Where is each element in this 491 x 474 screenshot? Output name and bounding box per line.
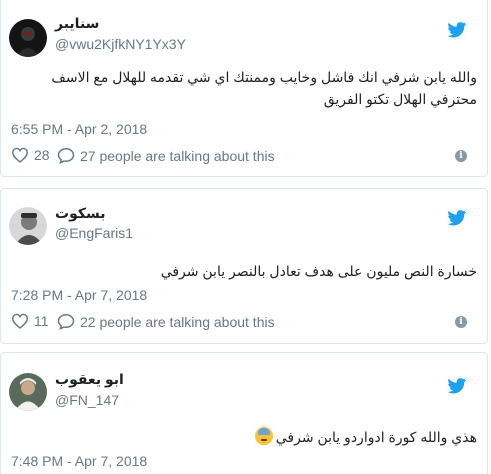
info-icon[interactable]: i <box>455 150 467 162</box>
tweet-card[interactable]: ابو يعقوب @FN_147 هذي والله كورة ادواردو… <box>0 352 488 474</box>
conversation-link[interactable]: 27 people are talking about this <box>57 147 275 164</box>
talking-count: 27 people are talking about this <box>80 147 275 164</box>
like-button[interactable]: 11 <box>11 313 49 329</box>
downcast-face-with-sweat-emoji <box>254 427 273 445</box>
twitter-bird-icon[interactable] <box>447 22 467 38</box>
speech-bubble-icon <box>57 313 75 330</box>
conversation-link[interactable]: 22 people are talking about this <box>57 313 275 330</box>
tweet-card[interactable]: سنايبر @vwu2KjfkNY1Yx3Y والله يابن شرفي … <box>0 0 488 177</box>
tweet-actions: 11 22 people are talking about this i <box>11 313 467 333</box>
tweet-text: هذي والله كورة ادواردو يابن شرفي <box>275 429 477 445</box>
tweet-timestamp[interactable]: 7:28 PM - Apr 7, 2018 <box>11 287 147 303</box>
tweet-text: خسارة النص مليون على هدف تعادل بالنصر يا… <box>160 263 477 279</box>
twitter-bird-icon[interactable] <box>447 210 467 226</box>
like-count: 28 <box>34 147 50 163</box>
tweet-text: والله يابن شرفي انك فاشل وخايب وممنتك اي… <box>51 69 477 107</box>
speech-bubble-icon <box>57 147 75 164</box>
heart-icon <box>11 147 29 163</box>
tweet-card[interactable]: بسكوت @EngFaris1 خسارة النص مليون على هد… <box>0 188 488 344</box>
avatar[interactable] <box>9 373 47 411</box>
author-handle[interactable]: @FN_147 <box>55 392 119 408</box>
tweet-timestamp[interactable]: 6:55 PM - Apr 2, 2018 <box>11 121 147 137</box>
heart-icon <box>11 313 29 329</box>
author-name[interactable]: ابو يعقوب <box>55 371 124 388</box>
author-handle[interactable]: @EngFaris1 <box>55 225 133 241</box>
avatar[interactable] <box>9 19 47 57</box>
tweet-text-block: هذي والله كورة ادواردو يابن شرفي <box>11 426 477 448</box>
avatar[interactable] <box>9 207 47 245</box>
tweet-timestamp[interactable]: 7:48 PM - Apr 7, 2018 <box>11 453 147 469</box>
author-handle[interactable]: @vwu2KjfkNY1Yx3Y <box>55 36 186 52</box>
twitter-bird-icon[interactable] <box>447 378 467 394</box>
like-button[interactable]: 28 <box>11 147 50 163</box>
author-name[interactable]: بسكوت <box>55 205 106 222</box>
talking-count: 22 people are talking about this <box>80 313 275 330</box>
info-icon[interactable]: i <box>455 316 467 328</box>
author-name[interactable]: سنايبر <box>55 15 99 32</box>
like-count: 11 <box>34 313 49 329</box>
tweet-actions: 28 27 people are talking about this i <box>11 147 467 167</box>
